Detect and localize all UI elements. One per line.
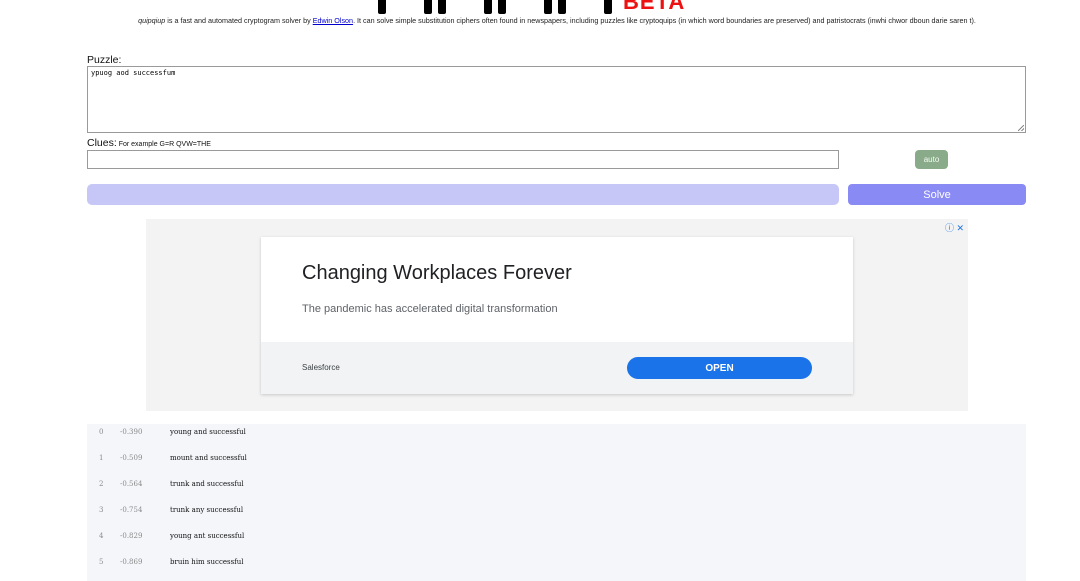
- beta-label: BETA: [623, 0, 686, 14]
- app-name: quipqiup: [138, 16, 166, 25]
- auto-button[interactable]: auto: [915, 150, 948, 169]
- result-row[interactable]: 0 -0.390 young and successful: [87, 428, 1026, 442]
- ad-card[interactable]: Changing Workplaces Forever The pandemic…: [261, 237, 853, 394]
- result-row[interactable]: 3 -0.754 trunk any successful: [87, 506, 1026, 520]
- intro-description: quipqiup is a fast and automated cryptog…: [82, 16, 1032, 25]
- site-logo: BETA: [0, 0, 1080, 14]
- result-score: -0.829: [120, 532, 143, 540]
- result-solution: young and successful: [170, 428, 246, 436]
- result-row[interactable]: 5 -0.869 bruin him successful: [87, 558, 1026, 572]
- puzzle-textarea[interactable]: ypuog aod successfum: [87, 66, 1026, 133]
- result-index: 1: [99, 454, 104, 462]
- intro-text-before-link: is a fast and automated cryptogram solve…: [165, 16, 313, 25]
- clues-input[interactable]: [87, 150, 839, 169]
- result-score: -0.754: [120, 506, 143, 514]
- result-index: 3: [99, 506, 104, 514]
- solve-button[interactable]: Solve: [848, 184, 1026, 205]
- result-solution: trunk and successful: [170, 480, 244, 488]
- author-link[interactable]: Edwin Olson: [313, 16, 353, 25]
- intro-text-after-link: . It can solve simple substitution ciphe…: [353, 16, 976, 25]
- result-row[interactable]: 2 -0.564 trunk and successful: [87, 480, 1026, 494]
- result-index: 4: [99, 532, 104, 540]
- clues-label-group: Clues: For example G=R QVW=THE: [87, 137, 211, 149]
- result-index: 5: [99, 558, 104, 566]
- result-solution: trunk any successful: [170, 506, 244, 514]
- clues-label: Clues:: [87, 137, 117, 149]
- puzzle-text: ypuog aod successfum: [91, 69, 176, 77]
- ad-choices-close-icon[interactable]: ⓘ ✕: [945, 221, 964, 234]
- clues-example: For example G=R QVW=THE: [116, 141, 211, 148]
- ad-headline[interactable]: Changing Workplaces Forever: [302, 262, 572, 285]
- result-solution: young ant successful: [170, 532, 245, 540]
- puzzle-label: Puzzle:: [87, 54, 122, 66]
- progress-bar: [87, 184, 839, 205]
- result-score: -0.869: [120, 558, 143, 566]
- result-row[interactable]: 1 -0.509 mount and successful: [87, 454, 1026, 468]
- result-solution: mount and successful: [170, 454, 247, 462]
- result-row[interactable]: 4 -0.829 young ant successful: [87, 532, 1026, 546]
- result-index: 2: [99, 480, 104, 488]
- resize-grip-icon[interactable]: [1018, 125, 1024, 131]
- result-score: -0.509: [120, 454, 143, 462]
- result-score: -0.564: [120, 480, 143, 488]
- ad-container: ⓘ ✕ Changing Workplaces Forever The pand…: [146, 219, 968, 411]
- ad-footer: Salesforce OPEN: [261, 342, 853, 394]
- ad-description: The pandemic has accelerated digital tra…: [302, 303, 558, 315]
- result-solution: bruin him successful: [170, 558, 244, 566]
- result-score: -0.390: [120, 428, 143, 436]
- result-index: 0: [99, 428, 104, 436]
- ad-brand: Salesforce: [302, 363, 340, 372]
- ad-open-button[interactable]: OPEN: [627, 357, 812, 379]
- results-list: 0 -0.390 young and successful 1 -0.509 m…: [87, 424, 1026, 581]
